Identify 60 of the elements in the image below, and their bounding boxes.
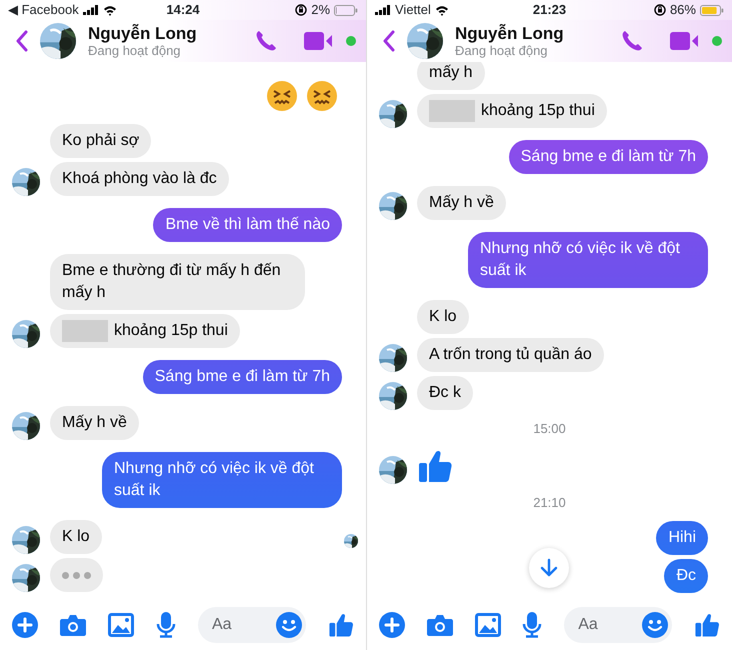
message-bubble: Đc: [664, 559, 708, 593]
wifi-icon: [102, 4, 117, 16]
message-bubble: Bme e thường đi từ mấy h đến mấy h: [50, 254, 305, 310]
message-input-field[interactable]: Aa: [564, 607, 672, 643]
message-bubble: Sáng bme e đi làm từ 7h: [142, 360, 342, 394]
contact-name: Nguyễn Long: [88, 24, 198, 42]
battery-percent: 86%: [670, 1, 696, 20]
scroll-down-button[interactable]: [529, 548, 569, 588]
message-bubble: Nhưng nhỡ có việc ik về đột suất ik: [102, 452, 342, 508]
status-time: 21:23: [532, 2, 566, 18]
active-status: Đang hoạt động: [455, 42, 548, 58]
microphone-icon[interactable]: [522, 612, 542, 638]
message-bubble: K lo: [50, 520, 102, 554]
confounded-emoji-icon: [266, 80, 298, 112]
back-icon[interactable]: [383, 30, 395, 52]
thumbs-up-icon[interactable]: [328, 612, 354, 638]
microphone-icon[interactable]: [156, 612, 176, 638]
confounded-emoji-icon: [306, 80, 338, 112]
message-bubble: Bme về thì làm thế nào: [153, 208, 342, 242]
message-input-field[interactable]: Aa: [198, 607, 306, 643]
message-bubble: khoảng 15p thui: [417, 94, 607, 128]
status-time: 14:24: [166, 2, 200, 18]
carrier-name: Viettel: [395, 1, 431, 20]
message-bubble: Ko phải sợ: [50, 124, 152, 158]
orientation-lock-icon: [654, 4, 666, 16]
typing-indicator: [50, 558, 103, 592]
back-to-app-link[interactable]: ◀ Facebook: [8, 0, 79, 20]
timestamp: 21:10: [532, 494, 567, 512]
battery-percent: 2%: [311, 1, 330, 20]
active-status: Đang hoạt động: [88, 42, 181, 58]
back-icon[interactable]: [16, 30, 28, 52]
image-icon[interactable]: [108, 613, 134, 637]
camera-icon[interactable]: [60, 614, 86, 636]
message-bubble: Khoá phòng vào là đc: [50, 162, 229, 196]
message-bubble: khoảng 15p thui: [50, 314, 240, 348]
thumbs-up-icon[interactable]: [694, 612, 720, 638]
emoji-icon[interactable]: [642, 612, 668, 638]
message-bubble: mấy h: [417, 62, 485, 90]
signal-icon: [375, 5, 391, 15]
message-bubble: K lo: [417, 300, 469, 334]
message-bubble: Hihi: [656, 521, 708, 555]
message-bubble: Nhưng nhỡ có việc ik về đột suất ik: [468, 232, 708, 288]
image-icon[interactable]: [474, 613, 501, 637]
message-bubble: Mấy h về: [417, 186, 506, 220]
message-bubble: A trốn trong tủ quần áo: [417, 338, 604, 372]
contact-name: Nguyễn Long: [455, 24, 565, 42]
phone-icon[interactable]: [620, 29, 644, 53]
orientation-lock-icon: [295, 4, 308, 16]
add-icon[interactable]: [12, 612, 38, 638]
message-bubble: Sáng bme e đi làm từ 7h: [508, 140, 708, 174]
wifi-icon: [434, 4, 449, 16]
camera-icon[interactable]: [426, 614, 453, 636]
message-bubble: Mấy h về: [50, 406, 139, 440]
emoji-icon[interactable]: [276, 612, 302, 638]
timestamp: 15:00: [532, 420, 567, 438]
message-bubble: Đc k: [417, 376, 473, 410]
add-icon[interactable]: [379, 612, 405, 638]
signal-icon: [82, 5, 99, 15]
phone-icon[interactable]: [254, 29, 278, 53]
down-arrow-icon: [540, 558, 558, 578]
